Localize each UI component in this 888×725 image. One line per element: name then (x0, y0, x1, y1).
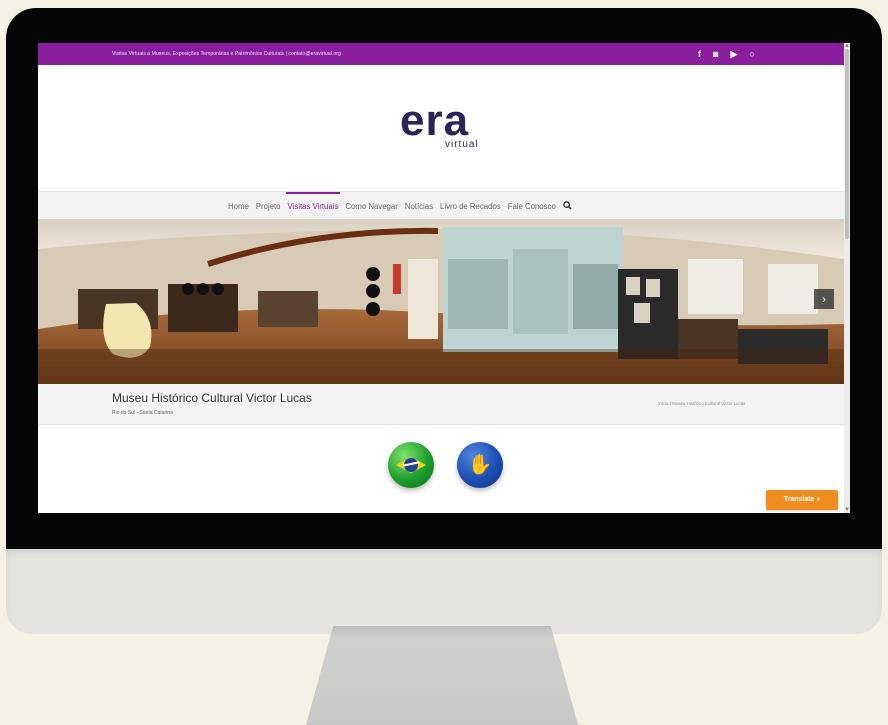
libras-button[interactable]: ✋ (457, 442, 503, 488)
logo-sub: virtual (445, 139, 479, 150)
scrollbar-thumb[interactable] (845, 49, 849, 239)
circle-icon[interactable]: ○ (749, 49, 754, 59)
nav-projeto[interactable]: Projeto (256, 202, 281, 211)
main-navigation: Home Projeto Visitas Virtuais Como Naveg… (38, 191, 844, 220)
instagram-icon[interactable]: ◙ (713, 49, 718, 59)
page-title-bar: Museu Histórico Cultural Victor Lucas Ri… (38, 384, 844, 425)
monitor-chin (6, 549, 882, 634)
nav-noticias[interactable]: Notícias (405, 202, 433, 211)
search-icon[interactable] (562, 200, 572, 212)
social-links: f ◙ ▶ ○ (698, 43, 755, 65)
browser-screen: Visitas Virtuais a Museus, Exposições Te… (38, 43, 850, 513)
nav-fale-conosco[interactable]: Fale Conosco (508, 202, 556, 211)
breadcrumb[interactable]: Início / Museu Histórico Cultural Victor… (658, 401, 745, 406)
logo-main: era (400, 96, 470, 145)
museum-panorama-image[interactable]: › (38, 219, 844, 384)
nav-como-navegar[interactable]: Como Navegar (345, 202, 397, 211)
page-title: Museu Histórico Cultural Victor Lucas (112, 391, 312, 405)
translate-button[interactable]: Translate » (766, 490, 838, 510)
scrollbar[interactable]: ▲ ▼ (844, 43, 850, 513)
top-bar: Visitas Virtuais a Museus, Exposições Te… (38, 43, 844, 65)
nav-livro-de-recados[interactable]: Livro de Recados (440, 202, 501, 211)
contact-text: Visitas Virtuais a Museus, Exposições Te… (112, 51, 341, 57)
site-logo[interactable]: era virtual (400, 96, 510, 161)
nav-home[interactable]: Home (228, 202, 249, 211)
monitor-stand (306, 626, 578, 725)
youtube-icon[interactable]: ▶ (730, 49, 737, 59)
nav-visitas-virtuais[interactable]: Visitas Virtuais (285, 191, 341, 211)
portuguese-flag-button[interactable] (388, 442, 434, 488)
scroll-down-icon[interactable]: ▼ (844, 507, 850, 513)
page-subtitle: Rio do Sul - Santa Catarina (112, 410, 173, 416)
facebook-icon[interactable]: f (698, 49, 701, 59)
panorama-next-arrow[interactable]: › (814, 289, 834, 309)
sign-language-icon: ✋ (467, 454, 493, 476)
